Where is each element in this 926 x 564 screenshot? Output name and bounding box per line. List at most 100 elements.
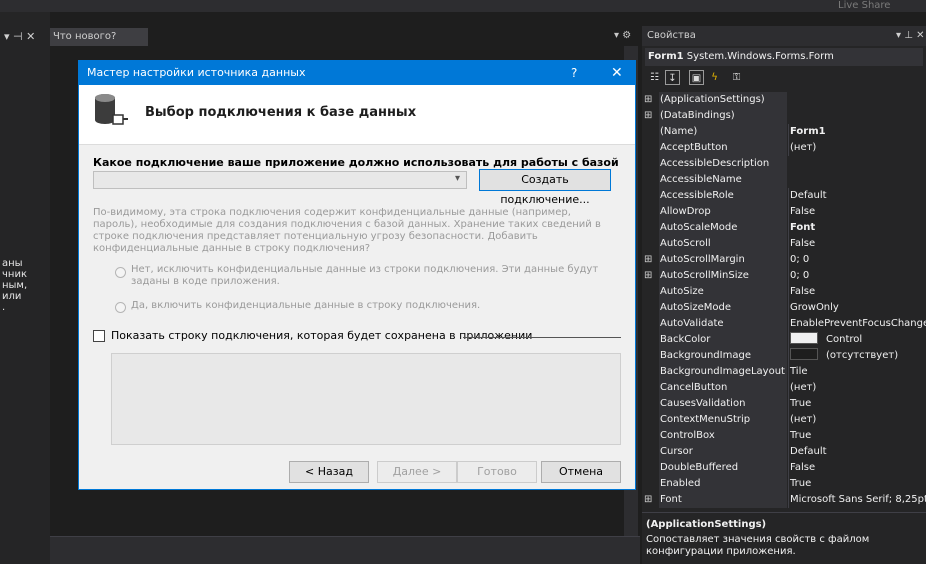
next-button[interactable]: Далее > [377,461,457,483]
property-row[interactable]: ControlBox True [642,428,926,444]
alphabetical-icon[interactable]: ↧ [665,70,680,85]
property-row[interactable]: ⊞ (ApplicationSettings) [642,92,926,108]
events-icon[interactable]: ϟ [707,70,722,85]
panel-controls[interactable]: ▾ ⊣ ✕ [4,30,35,43]
partial-text-line: или [2,291,22,302]
property-row[interactable]: BackColor Control [642,332,926,348]
property-value[interactable]: Microsoft Sans Serif; 8,25pt [788,492,926,508]
object-type: System.Windows.Forms.Form [686,51,834,62]
show-connection-string-label: Показать строку подключения, которая буд… [111,329,533,342]
property-value[interactable]: Control [788,332,926,348]
property-row[interactable]: ⊞ (DataBindings) [642,108,926,124]
expand-icon[interactable]: ⊞ [644,252,654,268]
property-value[interactable]: 0; 0 [788,252,926,268]
property-value-text: Control [826,334,863,345]
back-button[interactable]: < Назад [289,461,369,483]
expand-icon[interactable]: ⊞ [644,268,654,284]
property-value[interactable]: True [788,476,926,492]
property-name: AutoScaleMode [659,220,787,236]
wizard-heading: Выбор подключения к базе данных [145,105,417,120]
tab-overflow-icon[interactable]: ▾ ⚙ [614,30,631,41]
property-value[interactable]: Font [788,220,926,236]
property-row[interactable]: Cursor Default [642,444,926,460]
property-row[interactable]: CausesValidation True [642,396,926,412]
property-name: Cursor [659,444,787,460]
property-value[interactable]: 0; 0 [788,268,926,284]
property-row[interactable]: AccessibleRole Default [642,188,926,204]
tab-whats-new[interactable]: Что нового? [50,28,148,46]
object-selector[interactable]: Form1 System.Windows.Forms.Form [645,48,923,66]
live-share-button[interactable]: Live Share [838,1,890,11]
property-row[interactable]: ⊞ AutoScrollMinSize 0; 0 [642,268,926,284]
property-row[interactable]: AccessibleName [642,172,926,188]
property-value[interactable]: False [788,460,926,476]
property-value[interactable]: True [788,396,926,412]
exclude-sensitive-radio[interactable] [115,267,126,278]
property-value[interactable]: Default [788,444,926,460]
property-name: AllowDrop [659,204,787,220]
include-sensitive-radio[interactable] [115,302,126,313]
property-name: BackgroundImageLayout [659,364,787,380]
property-row[interactable]: ⊞ Font Microsoft Sans Serif; 8,25pt [642,492,926,508]
property-row[interactable]: ContextMenuStrip (нет) [642,412,926,428]
property-value[interactable]: (отсутствует) [788,348,926,364]
property-row[interactable]: AutoScroll False [642,236,926,252]
show-connection-string-checkbox[interactable] [93,330,105,342]
property-name: AutoScrollMinSize [659,268,787,284]
close-button[interactable]: ✕ [611,61,623,85]
expand-icon[interactable]: ⊞ [644,492,654,508]
help-button[interactable]: ? [571,61,577,85]
property-row[interactable]: Enabled True [642,476,926,492]
property-value[interactable]: (нет) [788,412,926,428]
property-value[interactable]: (нет) [788,380,926,396]
property-row[interactable]: ⊞ AutoScrollMargin 0; 0 [642,252,926,268]
property-pages-icon[interactable]: ⚿ [729,70,744,85]
expand-icon[interactable]: ⊞ [644,92,654,108]
categorized-icon[interactable]: ☷ [647,70,662,85]
property-name: AccessibleDescription [659,156,787,172]
property-value[interactable]: Form1 [788,124,926,140]
connection-dropdown[interactable]: ▾ [93,171,467,189]
partial-text-line: чник [2,269,27,280]
property-row[interactable]: BackgroundImageLayout Tile [642,364,926,380]
create-connection-button[interactable]: Создать подключение... [479,169,611,206]
property-value[interactable]: Tile [788,364,926,380]
title-bar: Live Share [0,0,926,12]
sensitive-data-warning: По-видимому, эта строка подключения соде… [93,207,601,254]
expand-icon[interactable]: ⊞ [644,108,654,124]
property-row[interactable]: DoubleBuffered False [642,460,926,476]
property-row[interactable]: AutoSize False [642,284,926,300]
property-value[interactable]: EnablePreventFocusChange [788,316,926,332]
property-name: (ApplicationSettings) [659,92,787,108]
property-row[interactable]: AutoValidate EnablePreventFocusChange [642,316,926,332]
property-row[interactable]: AutoScaleMode Font [642,220,926,236]
dialog-title: Мастер настройки источника данных [79,61,635,85]
property-row[interactable]: AllowDrop False [642,204,926,220]
wizard-header: Выбор подключения к базе данных [79,85,635,145]
property-row[interactable]: BackgroundImage (отсутствует) [642,348,926,364]
property-value[interactable]: GrowOnly [788,300,926,316]
property-row[interactable]: (Name) Form1 [642,124,926,140]
property-row[interactable]: AcceptButton (нет) [642,140,926,156]
property-value[interactable]: True [788,428,926,444]
property-row[interactable]: AccessibleDescription [642,156,926,172]
property-value[interactable]: False [788,284,926,300]
properties-title: Свойства [642,26,926,46]
property-row[interactable]: CancelButton (нет) [642,380,926,396]
property-name: AccessibleRole [659,188,787,204]
partial-text-line: . [2,302,6,313]
property-value[interactable]: Default [788,188,926,204]
property-value[interactable]: False [788,204,926,220]
properties-panel: Свойства ▾ ⊥ ✕ Form1 System.Windows.Form… [642,26,926,564]
property-value[interactable]: (нет) [788,140,926,156]
property-name: ControlBox [659,428,787,444]
property-row[interactable]: AutoSizeMode GrowOnly [642,300,926,316]
connection-string-box [111,353,621,445]
cancel-button[interactable]: Отмена [541,461,621,483]
property-name: AutoScrollMargin [659,252,787,268]
properties-icon[interactable]: ▣ [689,70,704,85]
property-name: AutoSize [659,284,787,300]
finish-button[interactable]: Готово [457,461,537,483]
property-value[interactable]: False [788,236,926,252]
pin-icon[interactable]: ▾ ⊥ ✕ [896,26,924,46]
